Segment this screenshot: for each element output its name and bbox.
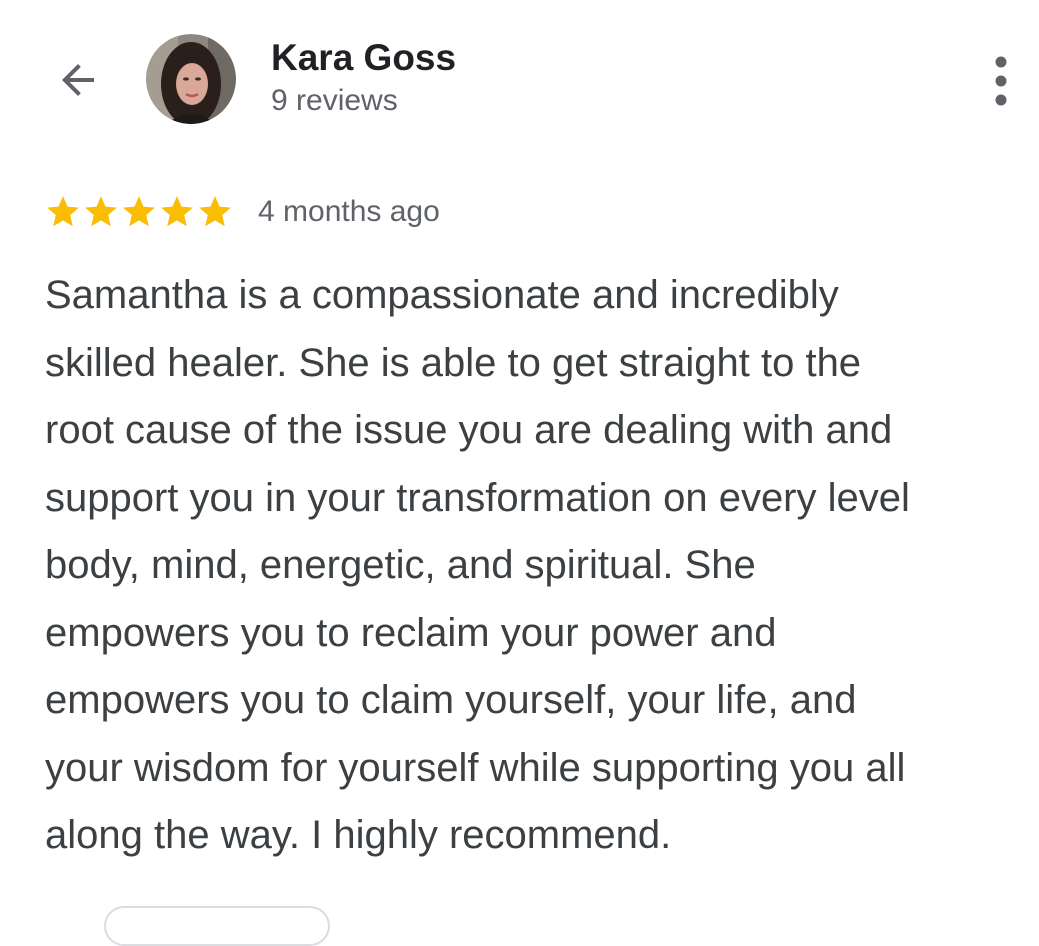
review-text-line: body, mind, energetic, and spiritual. Sh… (45, 543, 756, 587)
back-button[interactable] (50, 52, 106, 108)
avatar-image (146, 34, 236, 124)
star-icon (199, 196, 231, 227)
more-options-button[interactable] (978, 52, 1024, 110)
review-text-line: skilled healer. She is able to get strai… (45, 340, 862, 385)
review-text-line: support you in your transformation on ev… (45, 475, 910, 520)
star-rating (44, 193, 234, 231)
review-text-line: along the way. I highly recommend. (45, 813, 672, 857)
author-name[interactable]: Kara Goss (271, 38, 456, 78)
star-icon (161, 196, 193, 227)
review-action-chip[interactable] (104, 906, 330, 946)
star-icon (47, 196, 79, 227)
arrow-left-icon (62, 64, 94, 96)
rating-row: 4 months ago (44, 190, 440, 234)
review-text-line: root cause of the issue you are dealing … (45, 408, 893, 452)
review-date: 4 months ago (258, 195, 440, 228)
review-text-line: empowers you to claim yourself, your lif… (45, 678, 857, 722)
review-text-line: your wisdom for yourself while supportin… (45, 745, 906, 790)
more-vertical-icon (995, 56, 1007, 106)
review-text-line: Samantha is a compassionate and incredib… (45, 273, 839, 317)
star-icon (123, 196, 155, 227)
review-count[interactable]: 9 reviews (271, 84, 398, 118)
star-icon (85, 196, 117, 227)
review-text-line: empowers you to reclaim your power and (45, 610, 777, 655)
review-text: Samantha is a compassionate and incredib… (45, 262, 1035, 870)
avatar[interactable] (146, 34, 236, 124)
